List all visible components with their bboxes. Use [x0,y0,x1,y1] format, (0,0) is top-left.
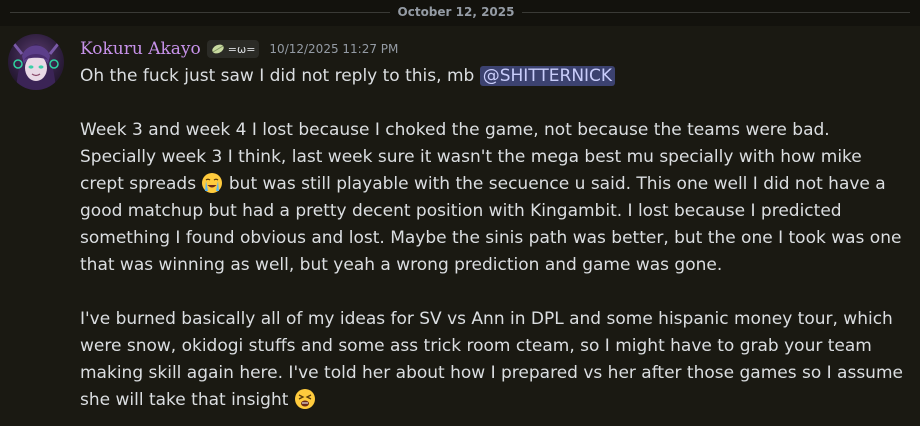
message-paragraph-3: I've burned basically all of my ideas fo… [80,306,910,414]
avatar[interactable] [8,34,64,90]
leaf-icon [212,44,224,54]
username[interactable]: Kokuru Akayo [80,37,201,61]
message-paragraph-2: Week 3 and week 4 I lost because I choke… [80,117,910,279]
avatar-image [12,43,60,90]
divider-line-left [10,12,390,13]
message-content: Oh the fuck just saw I did not reply to … [80,63,910,414]
message-header: Kokuru Akayo =ω= 10/12/2025 11:27 PM [80,36,398,62]
guild-tag[interactable]: =ω= [206,40,260,58]
date-divider: October 12, 2025 [0,0,920,26]
loudly-crying-face-icon[interactable] [201,172,223,194]
guild-tag-label: =ω= [227,42,256,56]
weary-face-icon[interactable] [294,388,316,410]
user-mention[interactable]: @SHITTERNICK [479,66,616,86]
message-text-1: Oh the fuck just saw I did not reply to … [80,66,480,86]
message-text-3: I've burned basically all of my ideas fo… [80,309,903,410]
chat-message: Kokuru Akayo =ω= 10/12/2025 11:27 PM Oh … [0,26,920,426]
message-timestamp[interactable]: 10/12/2025 11:27 PM [269,42,398,56]
message-paragraph-1: Oh the fuck just saw I did not reply to … [80,63,910,90]
divider-line-right [522,12,910,13]
date-divider-label: October 12, 2025 [397,5,515,19]
